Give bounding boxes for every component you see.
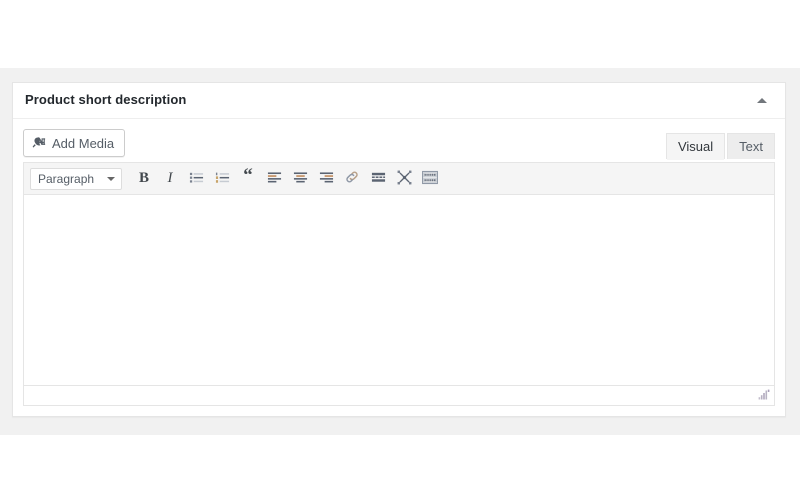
chevron-up-icon bbox=[757, 98, 767, 103]
read-more-button[interactable] bbox=[365, 167, 391, 191]
add-media-label: Add Media bbox=[52, 135, 115, 151]
bold-button[interactable]: B bbox=[131, 167, 157, 191]
tab-visual[interactable]: Visual bbox=[665, 133, 726, 160]
format-select-value: Paragraph bbox=[38, 171, 95, 186]
italic-button[interactable]: I bbox=[157, 167, 183, 191]
fullscreen-icon bbox=[397, 170, 412, 188]
panel-collapse-toggle-button[interactable] bbox=[747, 83, 777, 118]
editor-mode-tabs: Visual Text bbox=[665, 133, 775, 160]
tinymce-editor: Paragraph B I “ bbox=[23, 162, 775, 406]
toolbar-toggle-icon bbox=[422, 170, 438, 188]
link-button[interactable] bbox=[339, 167, 365, 191]
align-center-button[interactable] bbox=[287, 167, 313, 191]
align-right-button[interactable] bbox=[313, 167, 339, 191]
metabox-inside: Add Media Visual Text Paragraph B I “ bbox=[13, 119, 785, 416]
tab-text[interactable]: Text bbox=[727, 133, 775, 159]
bulleted-list-icon bbox=[189, 170, 204, 188]
read-more-icon bbox=[371, 170, 386, 188]
resize-grip-icon[interactable] bbox=[756, 388, 772, 404]
product-short-description-metabox: Product short description Add Media Visu… bbox=[12, 82, 786, 417]
align-left-button[interactable] bbox=[261, 167, 287, 191]
chevron-down-icon bbox=[107, 176, 115, 181]
editor-toolbar: Paragraph B I “ bbox=[24, 163, 774, 195]
align-left-icon bbox=[267, 170, 282, 188]
editor-top-row: Add Media Visual Text bbox=[23, 129, 775, 160]
editor-content-area[interactable] bbox=[24, 195, 774, 385]
media-camera-icon bbox=[32, 135, 47, 152]
align-center-icon bbox=[293, 170, 308, 188]
page-root: Product short description Add Media Visu… bbox=[0, 0, 800, 500]
numbered-list-icon bbox=[215, 170, 230, 188]
metabox-header: Product short description bbox=[13, 83, 785, 119]
align-right-icon bbox=[319, 170, 334, 188]
editor-statusbar bbox=[24, 385, 774, 405]
bulleted-list-button[interactable] bbox=[183, 167, 209, 191]
add-media-button[interactable]: Add Media bbox=[23, 129, 126, 157]
numbered-list-button[interactable] bbox=[209, 167, 235, 191]
fullscreen-button[interactable] bbox=[391, 167, 417, 191]
page-title: Product short description bbox=[25, 92, 187, 108]
toolbar-toggle-button[interactable] bbox=[417, 167, 443, 191]
blockquote-button[interactable]: “ bbox=[235, 166, 261, 191]
link-icon bbox=[344, 169, 360, 188]
format-select[interactable]: Paragraph bbox=[30, 167, 122, 190]
